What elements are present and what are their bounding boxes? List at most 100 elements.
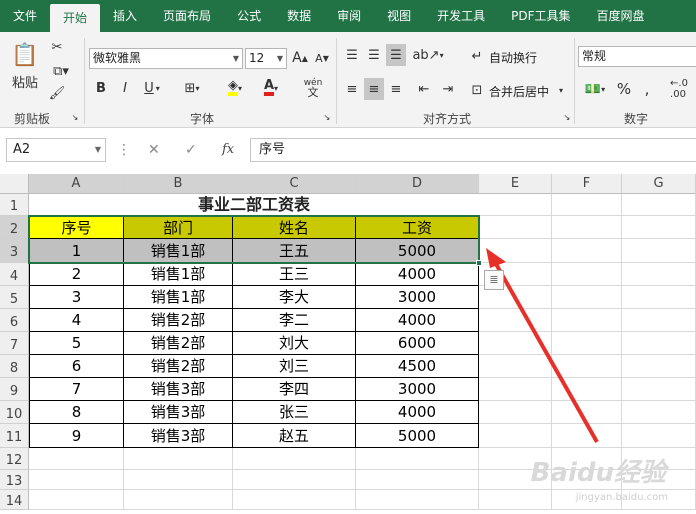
data-cell[interactable]: 李二 xyxy=(233,309,356,332)
cell-empty[interactable] xyxy=(479,239,552,263)
row-header-4[interactable]: 4 xyxy=(0,263,29,286)
data-cell[interactable]: 销售1部 xyxy=(124,286,233,309)
cell-empty[interactable] xyxy=(622,332,696,355)
paste-button[interactable]: 粘贴 xyxy=(8,72,42,91)
font-color-icon[interactable]: A ▾ xyxy=(256,78,286,98)
chevron-down-icon[interactable]: ▾ xyxy=(556,83,566,97)
header-cell[interactable]: 工资 xyxy=(356,216,479,239)
increase-decimal-icon[interactable]: ←.0.00 xyxy=(664,78,694,100)
data-cell[interactable]: 6000 xyxy=(356,332,479,355)
column-header-F[interactable]: F xyxy=(552,174,622,194)
column-header-E[interactable]: E xyxy=(479,174,552,194)
data-cell[interactable]: 赵五 xyxy=(233,424,356,448)
data-cell[interactable]: 5 xyxy=(29,332,124,355)
data-cell[interactable]: 6 xyxy=(29,355,124,378)
cell-empty[interactable] xyxy=(622,263,696,286)
formula-input[interactable]: 序号 xyxy=(250,138,696,162)
tab-6[interactable]: 审阅 xyxy=(324,0,374,32)
row-header-9[interactable]: 9 xyxy=(0,378,29,401)
cell-empty[interactable] xyxy=(479,216,552,239)
cell-empty[interactable] xyxy=(356,448,479,470)
tab-7[interactable]: 视图 xyxy=(374,0,424,32)
column-header-G[interactable]: G xyxy=(622,174,696,194)
name-box[interactable]: A2 ▼ xyxy=(6,138,106,162)
data-cell[interactable]: 1 xyxy=(29,239,124,263)
column-header-B[interactable]: B xyxy=(124,174,233,194)
sheet-title[interactable]: 事业二部工资表 xyxy=(29,194,479,216)
wrap-text-icon[interactable]: ↵ xyxy=(468,46,486,66)
cell-empty[interactable] xyxy=(622,401,696,424)
increase-font-icon[interactable]: A ▲ xyxy=(291,48,309,68)
data-cell[interactable]: 2 xyxy=(29,263,124,286)
data-cell[interactable]: 销售3部 xyxy=(124,401,233,424)
row-header-8[interactable]: 8 xyxy=(0,355,29,378)
copy-icon[interactable]: ⧉▾ xyxy=(48,62,74,80)
cell-empty[interactable] xyxy=(479,490,552,510)
tab-10[interactable]: 百度网盘 xyxy=(584,0,658,32)
data-cell[interactable]: 4000 xyxy=(356,309,479,332)
align-right-icon[interactable]: ≡ xyxy=(386,78,406,100)
cancel-icon[interactable]: ✕ xyxy=(148,138,160,162)
cell-empty[interactable] xyxy=(29,448,124,470)
italic-button[interactable]: I xyxy=(116,78,134,98)
fill-color-icon[interactable]: ◈ ▾ xyxy=(220,78,250,98)
align-top-icon[interactable]: ☰ xyxy=(342,44,362,66)
data-cell[interactable]: 张三 xyxy=(233,401,356,424)
bold-button[interactable]: B xyxy=(92,78,110,98)
row-header-3[interactable]: 3 xyxy=(0,239,29,263)
quick-analysis-icon[interactable]: ≣ xyxy=(484,270,504,290)
cell-empty[interactable] xyxy=(622,378,696,401)
cell-empty[interactable] xyxy=(622,194,696,216)
cell-empty[interactable] xyxy=(479,309,552,332)
number-format-select[interactable]: 常规 xyxy=(578,46,696,67)
data-cell[interactable]: 4000 xyxy=(356,263,479,286)
data-cell[interactable]: 销售2部 xyxy=(124,355,233,378)
merge-center-button[interactable]: 合并后居中 xyxy=(489,83,549,100)
tab-2[interactable]: 插入 xyxy=(100,0,150,32)
cell-empty[interactable] xyxy=(552,239,622,263)
data-cell[interactable]: 4500 xyxy=(356,355,479,378)
paste-icon[interactable]: 📋 xyxy=(10,40,40,70)
align-left-icon[interactable]: ≡ xyxy=(342,78,362,100)
tab-0[interactable]: 文件 xyxy=(0,0,50,32)
clipboard-launcher-icon[interactable]: ↘ xyxy=(70,112,80,122)
cell-empty[interactable] xyxy=(552,424,622,448)
tab-1[interactable]: 开始 xyxy=(50,4,101,32)
cell-empty[interactable] xyxy=(479,332,552,355)
row-header-13[interactable]: 13 xyxy=(0,470,29,490)
align-bottom-icon[interactable]: ☰ xyxy=(386,44,406,66)
data-cell[interactable]: 5000 xyxy=(356,239,479,263)
data-cell[interactable]: 3000 xyxy=(356,378,479,401)
cell-empty[interactable] xyxy=(622,286,696,309)
cell-empty[interactable] xyxy=(29,470,124,490)
data-cell[interactable]: 李大 xyxy=(233,286,356,309)
cell-empty[interactable] xyxy=(233,490,356,510)
select-all-corner[interactable] xyxy=(0,174,29,194)
alignment-launcher-icon[interactable]: ↘ xyxy=(562,112,572,122)
phonetic-icon[interactable]: wén 文 xyxy=(298,76,328,100)
font-name-select[interactable]: 微软雅黑 ▼ xyxy=(89,48,243,69)
fill-handle[interactable] xyxy=(476,260,482,266)
cell-empty[interactable] xyxy=(552,355,622,378)
row-header-14[interactable]: 14 xyxy=(0,490,29,510)
comma-icon[interactable]: , xyxy=(640,78,654,100)
data-cell[interactable]: 8 xyxy=(29,401,124,424)
decrease-font-icon[interactable]: A ▼ xyxy=(313,48,331,68)
cell-empty[interactable] xyxy=(479,378,552,401)
cell-empty[interactable] xyxy=(552,216,622,239)
data-cell[interactable]: 刘大 xyxy=(233,332,356,355)
cell-empty[interactable] xyxy=(479,401,552,424)
cell-empty[interactable] xyxy=(479,355,552,378)
align-center-icon[interactable]: ≡ xyxy=(364,78,384,100)
cell-empty[interactable] xyxy=(124,490,233,510)
tab-3[interactable]: 页面布局 xyxy=(150,0,224,32)
tab-9[interactable]: PDF工具集 xyxy=(498,0,583,32)
percent-icon[interactable]: % xyxy=(614,78,634,100)
data-cell[interactable]: 销售1部 xyxy=(124,239,233,263)
cell-empty[interactable] xyxy=(124,470,233,490)
cell-empty[interactable] xyxy=(479,424,552,448)
header-cell[interactable]: 部门 xyxy=(124,216,233,239)
tab-8[interactable]: 开发工具 xyxy=(424,0,498,32)
column-header-A[interactable]: A xyxy=(29,174,124,194)
underline-button[interactable]: U ▾ xyxy=(138,78,166,98)
